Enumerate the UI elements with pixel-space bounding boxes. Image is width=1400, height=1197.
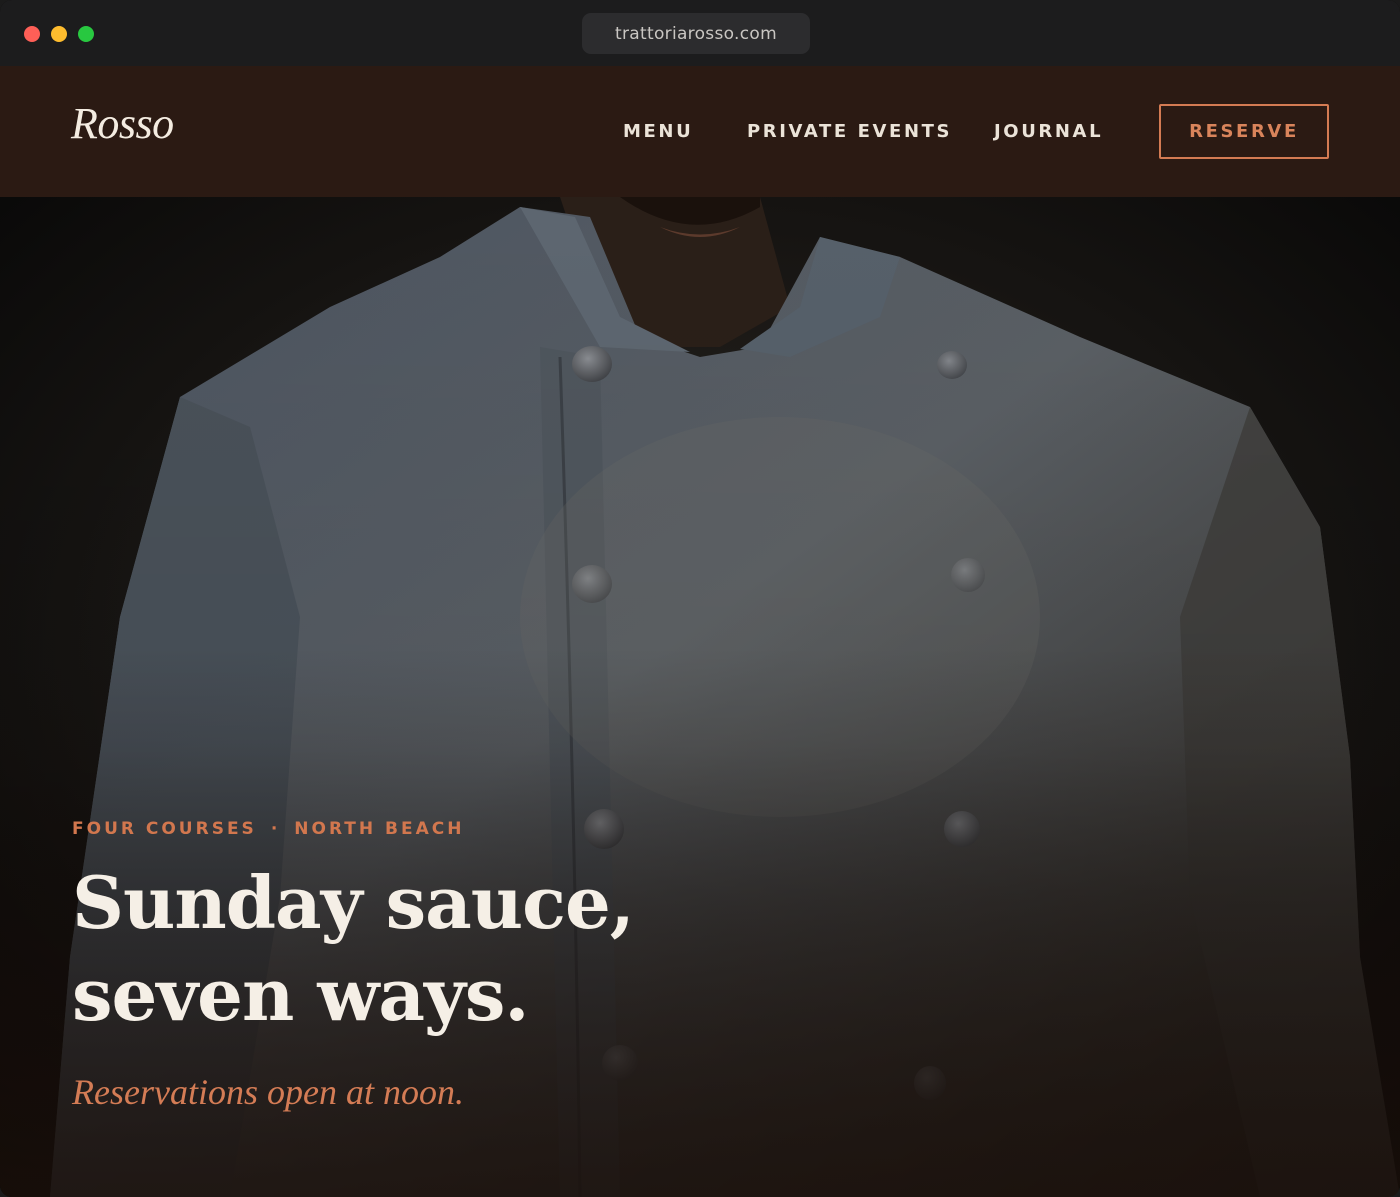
browser-chrome: trattoriarosso.com [0,0,1400,66]
hero-eyebrow: FOUR COURSES · NORTH BEACH [72,819,464,839]
reserve-button[interactable]: RESERVE [1159,104,1329,159]
site-header: Rosso MENU PRIVATE EVENTS JOURNAL RESERV… [0,66,1400,197]
close-window-button[interactable] [24,26,40,42]
hero-subline: Reservations open at noon. [72,1072,464,1112]
browser-window: trattoriarosso.com Rosso MENU PRIVATE EV… [0,0,1400,1197]
nav-menu-link[interactable]: MENU [623,121,693,142]
nav-journal-link[interactable]: JOURNAL [994,121,1103,142]
headline-line-1: Sunday sauce, [72,860,635,945]
eyebrow-courses: FOUR COURSES [72,819,257,839]
address-bar[interactable]: trattoriarosso.com [582,13,810,54]
nav-private-events-link[interactable]: PRIVATE EVENTS [747,121,952,142]
hero-overlay [0,197,1400,1197]
maximize-window-button[interactable] [78,26,94,42]
site-logo[interactable]: Rosso [71,98,174,149]
eyebrow-location: NORTH BEACH [294,819,465,839]
hero-headline: Sunday sauce, seven ways. [72,857,772,1041]
minimize-window-button[interactable] [51,26,67,42]
headline-line-2: seven ways. [72,952,529,1037]
hero-section: FOUR COURSES · NORTH BEACH Sunday sauce, s… [0,197,1400,1197]
eyebrow-separator: · [270,819,281,839]
